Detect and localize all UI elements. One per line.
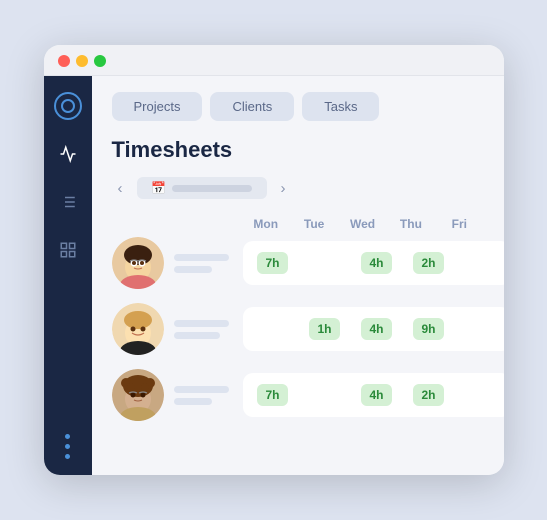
- person1-info: [174, 254, 229, 273]
- cell-1-mon[interactable]: 7h: [247, 252, 299, 274]
- badge-1-wed: 4h: [361, 252, 391, 274]
- list-icon[interactable]: [54, 188, 82, 216]
- badge-3-wed: 4h: [361, 384, 391, 406]
- avatar-person3: [112, 369, 164, 421]
- hours-row-1: 7h 4h 2h: [243, 241, 504, 285]
- cell-1-wed[interactable]: 4h: [351, 252, 403, 274]
- col-header-thu: Thu: [387, 217, 435, 231]
- badge-2-wed: 4h: [361, 318, 391, 340]
- sidebar-dots: [65, 434, 70, 459]
- next-button[interactable]: ›: [275, 178, 292, 199]
- top-tabs: Projects Clients Tasks: [112, 92, 484, 121]
- main-content: Projects Clients Tasks Timesheets ‹ 📅 › …: [92, 76, 504, 475]
- tab-clients[interactable]: Clients: [210, 92, 294, 121]
- person2-role: [174, 332, 220, 339]
- badge-3-mon: 7h: [257, 384, 287, 406]
- hours-row-3: 7h 4h 2h: [243, 373, 504, 417]
- hours-row-2: 1h 4h 9h: [243, 307, 504, 351]
- person1-role: [174, 266, 212, 273]
- tab-projects[interactable]: Projects: [112, 92, 203, 121]
- badge-1-thu: 2h: [413, 252, 443, 274]
- maximize-dot[interactable]: [94, 55, 106, 67]
- dot-3: [65, 454, 70, 459]
- cell-3-wed[interactable]: 4h: [351, 384, 403, 406]
- col-header-tue: Tue: [290, 217, 338, 231]
- tab-tasks[interactable]: Tasks: [302, 92, 379, 121]
- badge-2-tue: 1h: [309, 318, 339, 340]
- date-nav: ‹ 📅 ›: [112, 177, 484, 199]
- main-layout: Projects Clients Tasks Timesheets ‹ 📅 › …: [44, 76, 504, 475]
- date-bar: 📅: [137, 177, 267, 199]
- person2-name: [174, 320, 229, 327]
- avatar-person2: [112, 303, 164, 355]
- person3-info: [174, 386, 229, 405]
- close-dot[interactable]: [58, 55, 70, 67]
- logo[interactable]: [54, 92, 82, 120]
- badge-1-mon: 7h: [257, 252, 287, 274]
- col-header-fri: Fri: [435, 217, 483, 231]
- person3-name: [174, 386, 229, 393]
- title-bar: [44, 45, 504, 76]
- minimize-dot[interactable]: [76, 55, 88, 67]
- chart-line-icon[interactable]: [54, 140, 82, 168]
- col-headers: Mon Tue Wed Thu Fri: [242, 217, 484, 231]
- dot-1: [65, 434, 70, 439]
- prev-button[interactable]: ‹: [112, 178, 129, 199]
- grid-icon[interactable]: [54, 236, 82, 264]
- col-header-mon: Mon: [242, 217, 290, 231]
- browser-window: Projects Clients Tasks Timesheets ‹ 📅 › …: [44, 45, 504, 475]
- timesheet-row-3: 7h 4h 2h: [112, 369, 484, 421]
- page-title: Timesheets: [112, 137, 484, 163]
- dot-2: [65, 444, 70, 449]
- person2-info: [174, 320, 229, 339]
- timesheet-row: 7h 4h 2h: [112, 237, 484, 289]
- avatar-person1: [112, 237, 164, 289]
- badge-2-thu: 9h: [413, 318, 443, 340]
- logo-inner: [61, 99, 75, 113]
- cell-3-thu[interactable]: 2h: [403, 384, 455, 406]
- person1-name: [174, 254, 229, 261]
- cell-2-wed[interactable]: 4h: [351, 318, 403, 340]
- cell-2-thu[interactable]: 9h: [403, 318, 455, 340]
- cell-3-mon[interactable]: 7h: [247, 384, 299, 406]
- calendar-icon: 📅: [151, 181, 166, 195]
- badge-3-thu: 2h: [413, 384, 443, 406]
- col-header-wed: Wed: [338, 217, 386, 231]
- cell-2-tue[interactable]: 1h: [299, 318, 351, 340]
- timesheet-row-2: 1h 4h 9h: [112, 303, 484, 355]
- sidebar: [44, 76, 92, 475]
- person3-role: [174, 398, 212, 405]
- cell-1-thu[interactable]: 2h: [403, 252, 455, 274]
- date-range-bar: [172, 185, 252, 192]
